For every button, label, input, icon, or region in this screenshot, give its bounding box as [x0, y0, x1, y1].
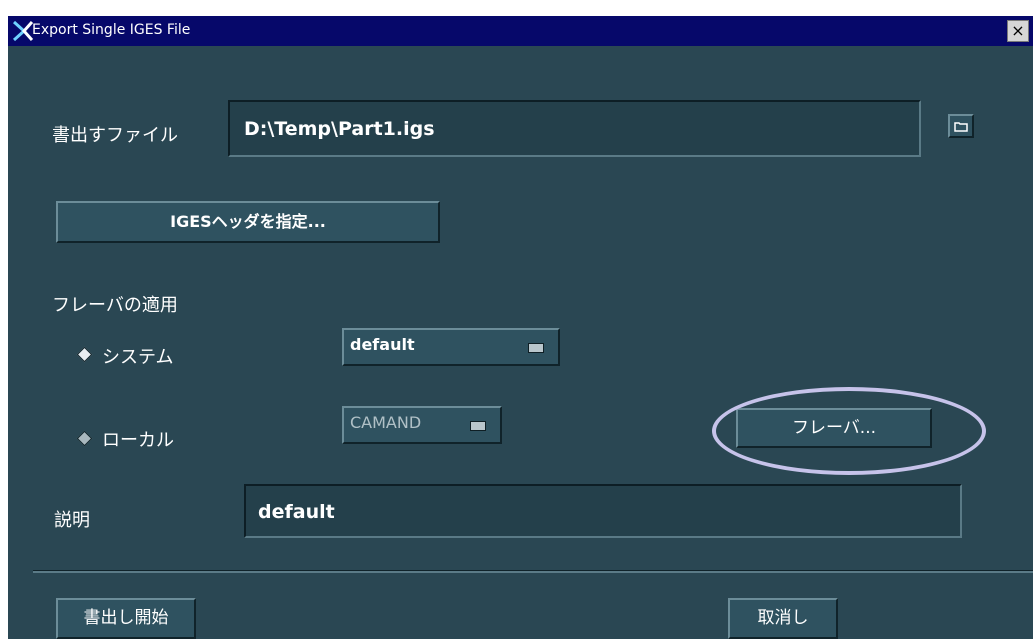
file-path-field[interactable]: D:\Temp\Part1.igs — [228, 100, 921, 157]
export-iges-dialog: Export Single IGES File × 書出すファイル D:\Tem… — [8, 16, 1033, 639]
description-value: default — [258, 501, 335, 523]
local-radio[interactable] — [76, 430, 93, 447]
start-export-button[interactable]: 書出し開始 — [56, 598, 196, 639]
file-label: 書出すファイル — [52, 125, 178, 146]
option-menu-indicator-icon — [470, 421, 486, 431]
folder-icon — [954, 122, 968, 132]
system-flavor-value: default — [350, 335, 415, 354]
description-label: 説明 — [54, 510, 90, 531]
system-label: システム — [102, 347, 174, 368]
description-field[interactable]: default — [244, 484, 962, 538]
system-radio[interactable] — [76, 346, 93, 363]
flavor-section-label: フレーバの適用 — [52, 295, 178, 316]
close-button[interactable]: × — [1007, 20, 1029, 42]
separator — [33, 570, 1033, 573]
cancel-button[interactable]: 取消し — [728, 598, 838, 639]
iges-header-button[interactable]: IGESヘッダを指定... — [56, 201, 440, 243]
local-flavor-dropdown[interactable]: CAMAND — [342, 406, 502, 444]
local-flavor-value: CAMAND — [350, 413, 422, 432]
highlight-ellipse — [712, 387, 986, 475]
option-menu-indicator-icon — [528, 343, 544, 353]
file-path-value: D:\Temp\Part1.igs — [244, 118, 435, 140]
window-title: Export Single IGES File — [32, 22, 191, 38]
browse-button[interactable] — [948, 114, 974, 138]
system-flavor-dropdown[interactable]: default — [342, 328, 560, 366]
local-label: ローカル — [102, 430, 174, 451]
title-bar: Export Single IGES File × — [8, 16, 1033, 46]
